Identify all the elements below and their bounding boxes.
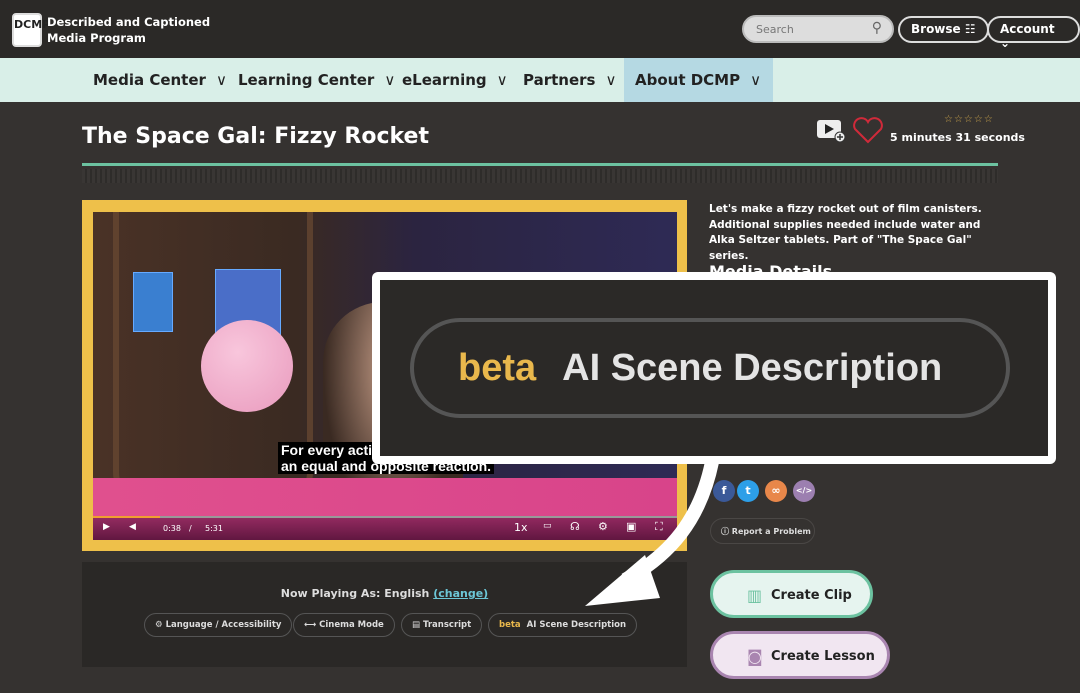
book-image xyxy=(133,272,173,332)
search-icon[interactable]: ⚲ xyxy=(872,20,882,36)
gear-icon: ⚙ xyxy=(155,620,163,630)
star-rating[interactable]: ☆☆☆☆☆ xyxy=(944,114,994,125)
lesson-icon: ◙ xyxy=(747,647,763,666)
film-icon: ▥ xyxy=(747,586,763,605)
facebook-share-icon[interactable]: f xyxy=(713,480,735,502)
copy-link-icon[interactable]: ∞ xyxy=(765,480,787,502)
balloon xyxy=(201,320,293,412)
alert-icon: ⓘ xyxy=(721,527,729,536)
transcript-button[interactable]: ▤ Transcript xyxy=(401,613,483,637)
nav-partners[interactable]: Partners ∨ xyxy=(523,58,616,102)
decorative-stripe xyxy=(82,169,998,183)
nav-elearning[interactable]: eLearning ∨ xyxy=(402,58,508,102)
embed-code-icon[interactable]: </> xyxy=(793,480,815,502)
chevron-down-icon: ⌄ xyxy=(1000,36,1011,50)
chevron-down-icon: ∨ xyxy=(750,71,762,89)
chevron-down-icon: ∨ xyxy=(384,71,396,89)
volume-icon[interactable]: ◀ xyxy=(129,522,136,532)
account-button[interactable]: Account ⌄ xyxy=(987,16,1080,50)
main-nav: Media Center ∨ Learning Center ∨ eLearning… xyxy=(0,58,1080,102)
chevron-down-icon: ∨ xyxy=(215,71,227,89)
brand-name[interactable]: Described and Captioned Media Program xyxy=(47,14,210,46)
cinema-mode-button[interactable]: ⟷ Cinema Mode xyxy=(293,613,395,637)
transcript-icon: ▤ xyxy=(412,620,421,630)
heart-icon[interactable] xyxy=(852,116,884,148)
pip-icon[interactable]: ▣ xyxy=(626,520,636,533)
zoom-callout: beta AI Scene Description xyxy=(372,272,1056,464)
player-options-panel: Now Playing As: English (change) ⚙ Langu… xyxy=(82,562,687,667)
report-problem-button[interactable]: ⓘ Report a Problem xyxy=(710,518,815,544)
create-clip-button[interactable]: ▥ Create Clip xyxy=(710,570,873,618)
language-accessibility-button[interactable]: ⚙ Language / Accessibility xyxy=(144,613,293,637)
chevron-down-icon: ∨ xyxy=(496,71,508,89)
page-title: The Space Gal: Fizzy Rocket xyxy=(82,124,429,149)
chevron-down-icon: ∨ xyxy=(605,71,617,89)
list-icon: ☷ xyxy=(964,22,976,36)
cinema-icon: ⟷ xyxy=(304,620,317,630)
title-divider xyxy=(82,163,998,166)
now-playing: Now Playing As: English (change) xyxy=(280,587,489,600)
add-to-playlist-icon[interactable] xyxy=(816,118,846,148)
cc-icon[interactable]: ▭ xyxy=(543,521,552,531)
fullscreen-icon[interactable]: ⛶ xyxy=(655,520,663,534)
nav-about-dcmp[interactable]: About DCMP ∨ xyxy=(624,58,774,102)
play-icon[interactable]: ▶ xyxy=(103,522,110,532)
settings-icon[interactable]: ⚙ xyxy=(598,520,608,533)
duration: 5 minutes 31 seconds xyxy=(890,131,1025,144)
nav-learning-center[interactable]: Learning Center ∨ xyxy=(238,58,395,102)
media-description: Let's make a fizzy rocket out of film ca… xyxy=(709,203,982,262)
change-language-link[interactable]: (change) xyxy=(433,587,488,600)
current-time: 0:38 xyxy=(163,524,181,533)
audio-description-icon[interactable]: ☊ xyxy=(570,520,580,533)
search-input[interactable]: Search ⚲ xyxy=(742,15,894,43)
twitter-share-icon[interactable]: t xyxy=(737,480,759,502)
progress-bar[interactable] xyxy=(93,516,677,518)
site-header: DCMP Described and Captioned Media Progra… xyxy=(0,0,1080,58)
create-lesson-button[interactable]: ◙ Create Lesson xyxy=(710,631,890,679)
speed-button[interactable]: 1x xyxy=(514,521,528,534)
total-time: 5:31 xyxy=(205,524,223,533)
player-controls: ▶ ◀ 0:38 / 5:31 1x ▭ ☊ ⚙ ▣ ⛶ xyxy=(93,516,677,540)
dcmp-logo[interactable]: DCMP xyxy=(12,13,50,47)
ai-scene-description-button[interactable]: beta AI Scene Description xyxy=(488,613,638,637)
browse-button[interactable]: Browse ☷ xyxy=(898,16,989,43)
ai-scene-description-magnified: beta AI Scene Description xyxy=(410,318,1010,418)
nav-media-center[interactable]: Media Center ∨ xyxy=(93,58,227,102)
